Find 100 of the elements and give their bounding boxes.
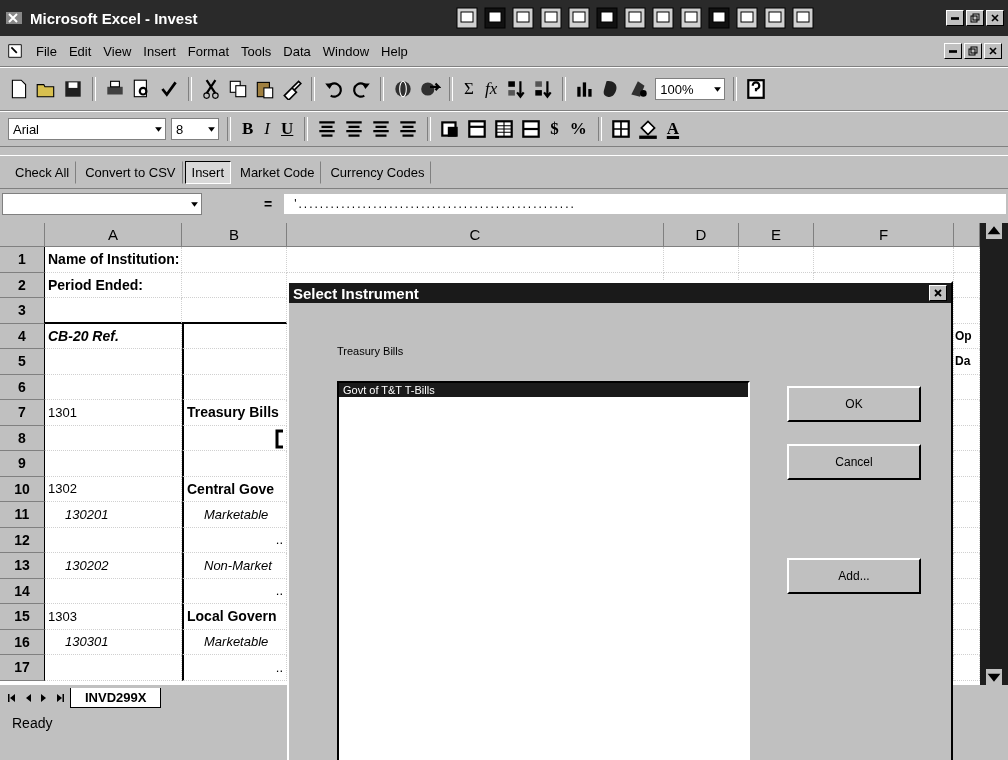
table-cell: 1302 bbox=[45, 476, 182, 502]
row-header[interactable]: 10 bbox=[0, 476, 45, 502]
number-format-button[interactable]: $ bbox=[547, 119, 562, 139]
text-style-button[interactable]: B bbox=[239, 119, 257, 139]
restore-button[interactable] bbox=[966, 10, 984, 26]
app-icon[interactable] bbox=[680, 7, 702, 29]
app-icon[interactable] bbox=[624, 7, 646, 29]
row-header[interactable]: 9 bbox=[0, 451, 45, 477]
app-icon[interactable] bbox=[568, 7, 590, 29]
restore-button[interactable] bbox=[964, 43, 982, 59]
text-style-button[interactable]: I bbox=[261, 119, 273, 139]
table-cell: 1301 bbox=[45, 400, 182, 426]
menu-item[interactable]: Window bbox=[322, 43, 370, 59]
list-item[interactable]: Govt of T&T T-Bills bbox=[339, 383, 748, 397]
app-icon[interactable] bbox=[596, 7, 618, 29]
minimize-icon bbox=[951, 16, 959, 20]
function-button[interactable]: fx bbox=[481, 79, 501, 99]
dialog-title: Select Instrument bbox=[293, 284, 419, 302]
menu-item[interactable]: Data bbox=[283, 43, 311, 59]
app-icon[interactable] bbox=[540, 7, 562, 29]
app-icon[interactable] bbox=[708, 7, 730, 29]
list-label: Treasury Bills bbox=[337, 345, 405, 357]
close-icon bbox=[990, 13, 1000, 23]
close-button[interactable] bbox=[929, 285, 947, 301]
row-header[interactable]: 13 bbox=[0, 553, 45, 579]
paint-bucket-icon[interactable] bbox=[636, 118, 659, 140]
close-button[interactable] bbox=[984, 43, 1002, 59]
row-header[interactable]: 15 bbox=[0, 604, 45, 630]
row-header[interactable]: 17 bbox=[0, 655, 45, 681]
copy-icon[interactable] bbox=[227, 78, 249, 100]
vertical-scrollbar[interactable] bbox=[980, 223, 1008, 685]
sheet-tab[interactable]: INVD299X bbox=[70, 688, 162, 708]
menu-item[interactable]: Help bbox=[381, 43, 408, 59]
font-color-button[interactable]: A bbox=[663, 119, 683, 139]
toolbar-button[interactable]: Insert bbox=[184, 160, 232, 184]
caret-icon bbox=[207, 124, 216, 134]
app-icon[interactable] bbox=[652, 7, 674, 29]
menu-item[interactable]: Tools bbox=[241, 43, 272, 59]
row-header[interactable]: 5 bbox=[0, 349, 45, 375]
restore-icon bbox=[968, 46, 978, 56]
app-icon[interactable] bbox=[484, 7, 506, 29]
row-header[interactable]: 7 bbox=[0, 400, 45, 426]
column-header[interactable]: E bbox=[739, 223, 814, 247]
workbook-icon[interactable] bbox=[6, 42, 24, 60]
dialog-button[interactable]: OK bbox=[787, 386, 921, 422]
minimize-button[interactable] bbox=[944, 43, 962, 59]
bracket-icon bbox=[274, 428, 284, 449]
equals-sign[interactable]: = bbox=[260, 196, 277, 212]
save-icon[interactable] bbox=[62, 78, 84, 100]
zoom-dropdown[interactable]: 100% bbox=[655, 78, 726, 100]
row-header[interactable]: 16 bbox=[0, 629, 45, 655]
last-sheet-icon[interactable] bbox=[54, 692, 66, 704]
column-header[interactable]: D bbox=[664, 223, 739, 247]
app-icon[interactable] bbox=[736, 7, 758, 29]
app-icon[interactable] bbox=[512, 7, 534, 29]
column-header[interactable]: A bbox=[45, 223, 182, 247]
row-header[interactable]: 14 bbox=[0, 578, 45, 604]
help-icon[interactable] bbox=[745, 78, 768, 100]
font-dropdown[interactable]: Arial bbox=[8, 118, 166, 140]
borders-icon[interactable] bbox=[609, 118, 632, 140]
row-header[interactable]: 6 bbox=[0, 374, 45, 400]
dialog-button[interactable]: Add... bbox=[787, 558, 921, 594]
first-sheet-icon[interactable] bbox=[6, 692, 18, 704]
minimize-button[interactable] bbox=[946, 10, 964, 26]
app-icon[interactable] bbox=[764, 7, 786, 29]
menu-item[interactable]: View bbox=[103, 43, 132, 59]
globe-icon[interactable] bbox=[392, 78, 414, 100]
caret-icon bbox=[190, 199, 199, 209]
menu-item[interactable]: Edit bbox=[68, 43, 92, 59]
table-cell: CB-20 Ref. bbox=[45, 323, 182, 349]
column-header[interactable]: B bbox=[182, 223, 287, 247]
menu-item[interactable]: Insert bbox=[143, 43, 176, 59]
font-size-dropdown[interactable]: 8 bbox=[171, 118, 219, 140]
calendar-icon[interactable] bbox=[466, 118, 489, 140]
row-header[interactable]: 4 bbox=[0, 323, 45, 349]
grid-icon[interactable] bbox=[493, 118, 516, 140]
menu-item[interactable]: File bbox=[36, 43, 57, 59]
row-header[interactable]: 12 bbox=[0, 527, 45, 553]
row-header[interactable]: 11 bbox=[0, 502, 45, 528]
name-box[interactable] bbox=[2, 193, 202, 215]
dialog-button[interactable]: Cancel bbox=[787, 444, 921, 480]
row-header[interactable]: 2 bbox=[0, 272, 45, 298]
close-button[interactable] bbox=[986, 10, 1004, 26]
column-header[interactable]: F bbox=[814, 223, 954, 247]
table-cell: 130201 bbox=[45, 502, 182, 528]
row-header[interactable]: 8 bbox=[0, 425, 45, 451]
row-header[interactable]: 3 bbox=[0, 298, 45, 324]
table-icon[interactable] bbox=[520, 118, 543, 140]
row-header[interactable]: 1 bbox=[0, 247, 45, 273]
formula-field[interactable]: '.................................................... bbox=[284, 194, 1006, 214]
text-style-button[interactable]: U bbox=[278, 119, 297, 139]
column-header[interactable]: C bbox=[287, 223, 664, 247]
autosum-button[interactable]: Σ bbox=[461, 79, 477, 99]
app-icon[interactable] bbox=[456, 7, 478, 29]
brush-icon[interactable] bbox=[281, 78, 303, 100]
menu-item[interactable]: Format bbox=[187, 43, 229, 59]
instrument-list[interactable]: Govt of T&T T-Bills bbox=[337, 381, 750, 760]
scissors-icon[interactable] bbox=[200, 78, 222, 100]
number-format-button[interactable]: % bbox=[566, 119, 590, 139]
app-icon[interactable] bbox=[792, 7, 814, 29]
